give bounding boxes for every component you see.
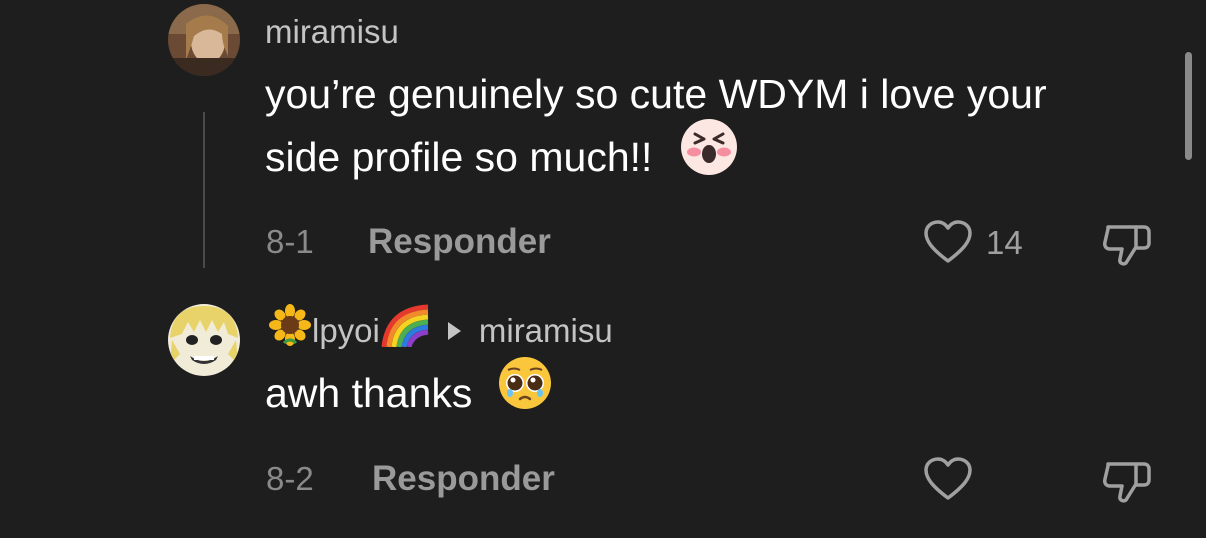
comment-username[interactable]: miramisu bbox=[265, 15, 399, 48]
comment-text-line: side profile so much!! bbox=[265, 119, 1047, 194]
reply-arrow-icon bbox=[447, 321, 461, 340]
sunflower-emoji-icon bbox=[268, 303, 312, 352]
avatar[interactable] bbox=[168, 4, 240, 76]
thumbs-down-icon[interactable] bbox=[1100, 456, 1154, 511]
avatar[interactable] bbox=[168, 304, 240, 376]
heart-icon[interactable] bbox=[922, 456, 974, 507]
comment-date: 8-1 bbox=[266, 223, 314, 260]
thread-line bbox=[203, 112, 205, 268]
comment-text-line-2: side profile so much!! bbox=[265, 134, 653, 180]
comment-date: 8-2 bbox=[266, 460, 314, 497]
heart-icon[interactable] bbox=[922, 219, 974, 270]
reply-to-username[interactable]: miramisu bbox=[479, 312, 613, 349]
reply-button[interactable]: Responder bbox=[368, 224, 551, 259]
like-count: 14 bbox=[986, 224, 1023, 261]
comment-text: you’re genuinely so cute WDYM i love you… bbox=[265, 63, 1047, 194]
reply-button[interactable]: Responder bbox=[372, 461, 555, 496]
reply-header: lpyoi miramisu bbox=[268, 304, 613, 352]
scrollbar[interactable] bbox=[1185, 52, 1192, 160]
comment-text: awh thanks bbox=[265, 357, 552, 428]
reply-username[interactable]: lpyoi bbox=[312, 312, 380, 349]
rainbow-emoji-icon bbox=[380, 303, 432, 352]
thumbs-down-icon[interactable] bbox=[1100, 219, 1154, 274]
comment-text-line: you’re genuinely so cute WDYM i love you… bbox=[265, 71, 1047, 117]
pleading-face-emoji-icon bbox=[498, 356, 552, 428]
screaming-face-emoji-icon bbox=[680, 118, 738, 194]
comment-text-line: awh thanks bbox=[265, 370, 473, 416]
